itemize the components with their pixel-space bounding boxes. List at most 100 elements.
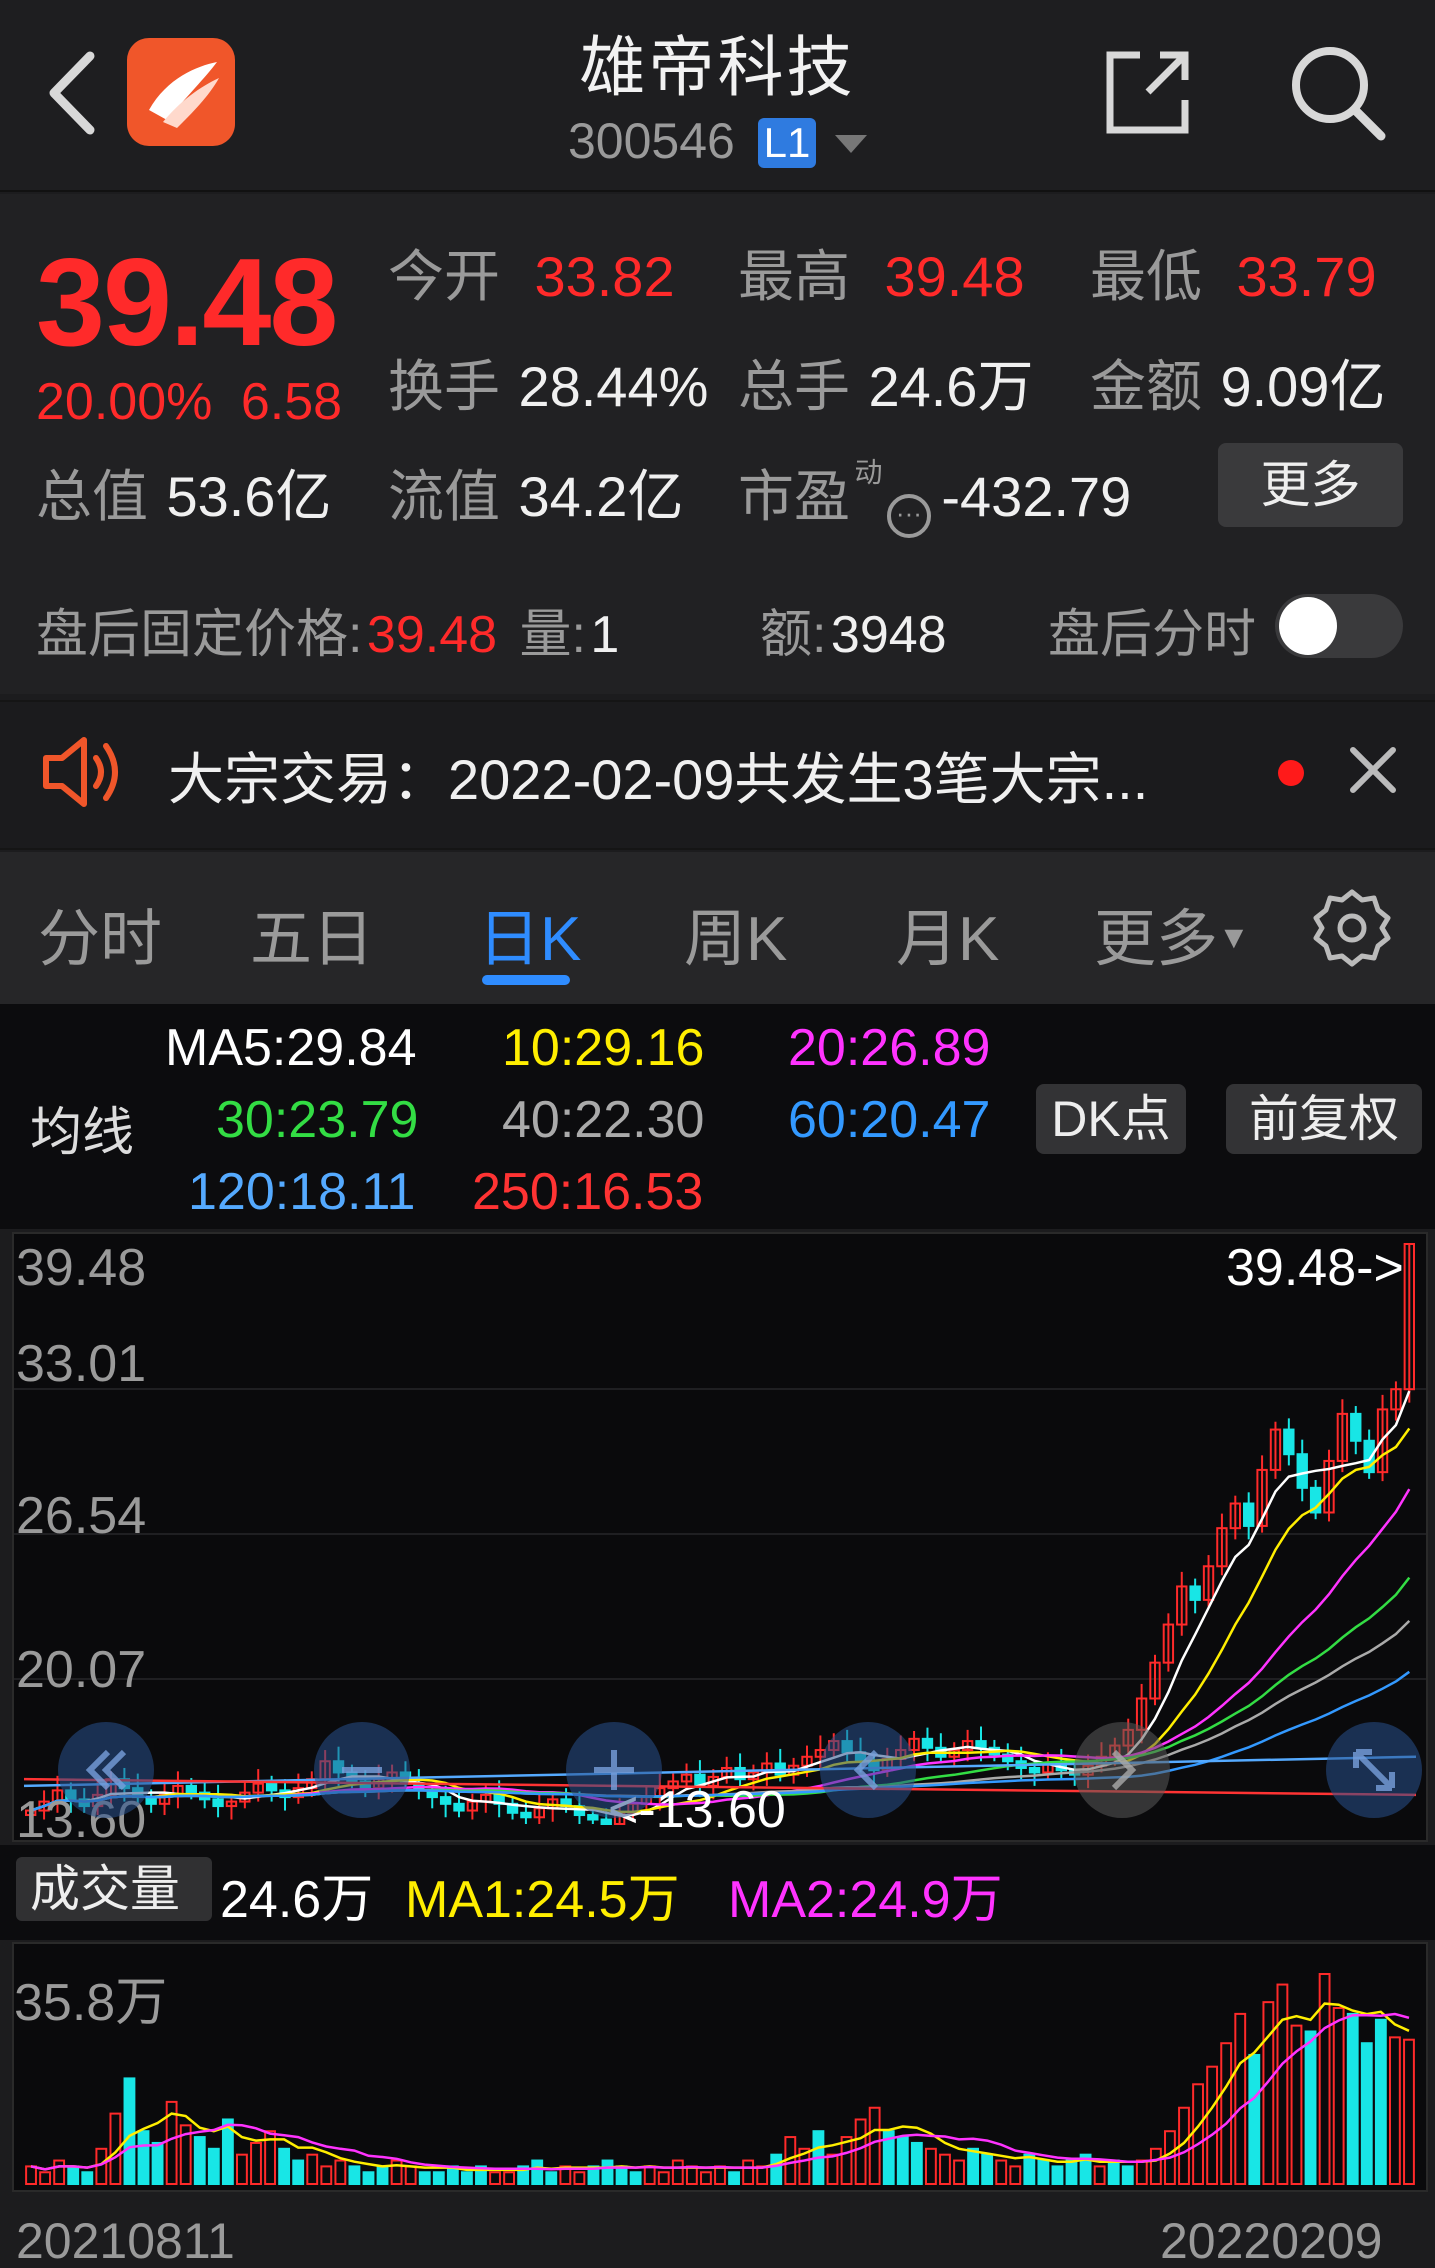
volume-bar	[615, 2165, 628, 2186]
volume-bar	[1051, 2165, 1064, 2186]
volume-value: 24.6万	[868, 355, 1034, 418]
volume-bar	[995, 2159, 1008, 2186]
volume-bar	[939, 2153, 951, 2186]
volume-ma2: MA2:24.9万	[728, 1871, 1003, 1929]
zoom-in-button[interactable]	[566, 1722, 662, 1818]
level-badge[interactable]: L1	[758, 118, 816, 168]
tab-monthly-k[interactable]: 月K	[896, 888, 999, 978]
minus-icon	[342, 1767, 382, 1773]
scroll-left-button[interactable]	[820, 1722, 916, 1818]
share-icon[interactable]	[1100, 45, 1195, 140]
change-amount: 6.58	[240, 373, 343, 431]
volume-bar	[1037, 2159, 1050, 2186]
volume-bar	[1388, 2036, 1401, 2185]
ah-vol-label: 量:	[519, 606, 586, 664]
low-row: 最低 33.79	[1090, 232, 1377, 313]
ma10-value: 10:29.16	[502, 1019, 705, 1077]
volume-bar	[573, 2171, 586, 2186]
volume-ma1: MA1:24.5万	[405, 1871, 680, 1929]
scroll-left-fast-button[interactable]	[58, 1722, 154, 1818]
volume-bar	[854, 2118, 867, 2185]
volume-indicator-select[interactable]: 成交量 ▼	[16, 1857, 212, 1968]
float-label: 流值	[388, 465, 500, 528]
ah-chart-label: 盘后分时	[1048, 606, 1257, 664]
volume-bar	[629, 2171, 642, 2186]
volume-bar	[700, 2171, 712, 2186]
candle-body	[1028, 1766, 1041, 1774]
tab-intraday[interactable]: 分时	[38, 888, 162, 978]
volume-bar	[1248, 2053, 1261, 2185]
dk-point-button[interactable]: DK点	[1036, 1084, 1186, 1154]
volume-bar	[840, 2136, 853, 2186]
adjust-button[interactable]: 前复权	[1226, 1084, 1422, 1154]
ma20-value: 20:26.89	[788, 1019, 991, 1077]
news-text[interactable]: 大宗交易：2022-02-09共发生3笔大宗...	[168, 735, 1148, 816]
gear-icon[interactable]	[1312, 888, 1392, 968]
candle-body	[1296, 1453, 1308, 1489]
plus-icon	[594, 1750, 634, 1790]
volume-bar	[671, 2159, 684, 2186]
volume-chart[interactable]	[12, 1942, 1428, 2192]
candle-body	[1243, 1502, 1255, 1527]
toggle-knob	[1279, 597, 1337, 655]
turnover-label: 换手	[388, 355, 500, 418]
volume-bar	[1304, 2030, 1317, 2185]
tab-more[interactable]: 更多▼	[1094, 888, 1250, 978]
volume-value: 24.6万	[220, 1871, 374, 1929]
tab-daily-k[interactable]: 日K	[478, 888, 581, 978]
volume-bar	[910, 2141, 923, 2186]
volume-bar	[193, 2136, 206, 2186]
tab-five-day[interactable]: 五日	[250, 888, 374, 978]
pe-type-sup: 动	[854, 457, 883, 488]
volume-bar	[643, 2165, 656, 2186]
ma120-value: 120:18.11	[188, 1163, 416, 1221]
volume-bar	[953, 2159, 965, 2186]
volume-bar	[1023, 2153, 1036, 2186]
volume-bar	[348, 2165, 361, 2186]
candle-body	[975, 1740, 987, 1749]
volume-bar	[362, 2171, 375, 2186]
candle-body	[1350, 1412, 1362, 1442]
ma30-line	[30, 1576, 1411, 1812]
open-value: 33.82	[534, 245, 675, 308]
volume-bar	[123, 2077, 136, 2185]
volume-header	[0, 1845, 1435, 1940]
dropdown-caret-icon[interactable]	[835, 135, 867, 153]
active-tab-indicator	[482, 975, 570, 985]
high-label: 最高	[738, 245, 850, 308]
tab-weekly-k[interactable]: 周K	[684, 888, 787, 978]
ah-price-value: 39.48	[366, 606, 498, 664]
volume-bar	[531, 2159, 544, 2186]
fullscreen-button[interactable]	[1326, 1722, 1422, 1818]
scroll-right-button[interactable]	[1074, 1722, 1170, 1818]
volume-bar	[868, 2106, 881, 2185]
date-end: 20220209	[1160, 2213, 1383, 2268]
ma-title: 均线	[30, 1104, 135, 1162]
pe-info-icon[interactable]: ···	[886, 494, 931, 538]
more-button[interactable]: 更多	[1218, 443, 1403, 527]
close-icon[interactable]	[1345, 742, 1401, 798]
stock-name: 雄帝科技	[579, 30, 856, 104]
pe-row: 市盈 动 ··· -432.79	[738, 452, 1131, 538]
low-label: 最低	[1090, 245, 1202, 308]
volume-bar	[1065, 2159, 1078, 2186]
volume-bar	[756, 2165, 769, 2186]
volume-bar	[1135, 2159, 1148, 2186]
volume-bar	[1374, 2018, 1387, 2185]
volume-bar	[1346, 2012, 1359, 2185]
volume-bar	[236, 2153, 248, 2186]
search-icon[interactable]	[1285, 40, 1390, 145]
y-label-4: 20.07	[16, 1641, 147, 1699]
volume-bar	[1206, 2065, 1219, 2185]
ah-amt-label: 额:	[760, 606, 827, 664]
ma5-value: MA5:29.84	[165, 1019, 417, 1077]
kline-chart[interactable]	[12, 1232, 1428, 1842]
candle-body	[439, 1796, 452, 1805]
mktcap-value: 53.6亿	[166, 465, 332, 528]
ah-amt-value: 3948	[830, 606, 947, 664]
zoom-out-button[interactable]	[314, 1722, 410, 1818]
tab-more-label: 更多	[1094, 905, 1219, 974]
volume-y-max: 35.8万	[14, 1974, 168, 2032]
volume-svg	[25, 1973, 1415, 2186]
volume-bar	[306, 2153, 319, 2186]
